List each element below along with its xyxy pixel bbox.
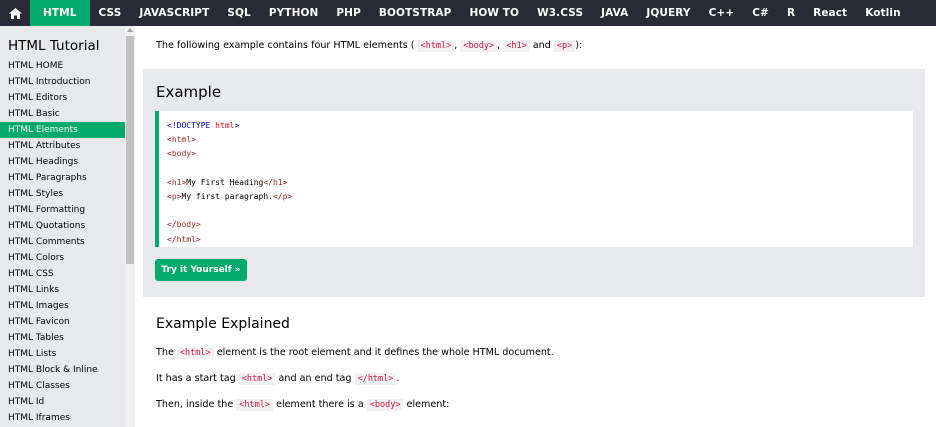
scroll-up-arrow-icon[interactable]	[127, 28, 133, 32]
nav-item-bootstrap[interactable]: BOOTSTRAP	[370, 0, 461, 26]
sidebar: HTML Tutorial HTML HOME HTML Introduction…	[0, 26, 125, 427]
nav-item-how-to[interactable]: HOW TO	[460, 0, 528, 26]
sidebar-item-html-block-inline[interactable]: HTML Block & Inline	[0, 362, 125, 378]
sidebar-items: HTML HOME HTML Introduction HTML Editors HT…	[0, 58, 125, 426]
main-content: The following example contains four HTML…	[143, 26, 930, 427]
sidebar-item-html-attributes[interactable]: HTML Attributes	[0, 138, 125, 154]
sidebar-item-html-comments[interactable]: HTML Comments	[0, 234, 125, 250]
nav-item-w3-css[interactable]: W3.CSS	[528, 0, 592, 26]
sidebar-item-html-formatting[interactable]: HTML Formatting	[0, 202, 125, 218]
sidebar-item-html-links[interactable]: HTML Links	[0, 282, 125, 298]
nav-item-html[interactable]: HTML	[30, 0, 90, 26]
code-tag-html: <html>	[417, 40, 455, 52]
nav-item-react[interactable]: React	[804, 0, 856, 26]
code-line: <p>My first paragraph.</p>	[167, 191, 293, 201]
nav-item-java[interactable]: JAVA	[592, 0, 637, 26]
sidebar-item-html-headings[interactable]: HTML Headings	[0, 154, 125, 170]
code-tag-html: <html>	[176, 347, 214, 359]
code-block: <!DOCTYPE html> <html> <body> <h1>My Fir…	[155, 111, 913, 247]
sidebar-title: HTML Tutorial	[8, 38, 100, 54]
sidebar-item-html-styles[interactable]: HTML Styles	[0, 186, 125, 202]
code-tag-html-close: </html>	[354, 373, 397, 385]
explained-line-3: Then, inside the <html> element there is…	[156, 399, 450, 411]
sidebar-item-html-introduction[interactable]: HTML Introduction	[0, 74, 125, 90]
example-box: Example <!DOCTYPE html> <html> <body> <h…	[143, 69, 925, 297]
nav-item-jquery[interactable]: JQUERY	[637, 0, 699, 26]
intro-paragraph: The following example contains four HTML…	[156, 40, 583, 52]
nav-items: HTML CSS JAVASCRIPT SQL PYTHON PHP BOOTSTRAP HO…	[30, 0, 910, 26]
sidebar-item-html-lists[interactable]: HTML Lists	[0, 346, 125, 362]
sidebar-scrollbar[interactable]	[125, 26, 135, 427]
code-line: <html>	[167, 135, 196, 145]
nav-item-sql[interactable]: SQL	[218, 0, 259, 26]
sidebar-item-html-elements[interactable]: HTML Elements	[0, 122, 125, 138]
sidebar-item-html-editors[interactable]: HTML Editors	[0, 90, 125, 106]
sidebar-item-html-css[interactable]: HTML CSS	[0, 266, 125, 282]
code-line: </body>	[167, 220, 201, 230]
nav-item-r[interactable]: R	[778, 0, 804, 26]
code-tag-html: <html>	[238, 373, 276, 385]
sidebar-item-html-id[interactable]: HTML Id	[0, 394, 125, 410]
code-tag-html: <html>	[236, 399, 273, 411]
sidebar-item-html-basic[interactable]: HTML Basic	[0, 106, 125, 122]
sidebar-item-html-paragraphs[interactable]: HTML Paragraphs	[0, 170, 125, 186]
scrollbar-thumb[interactable]	[126, 36, 134, 264]
nav-item-php[interactable]: PHP	[327, 0, 369, 26]
code-tag-body: <body>	[366, 399, 404, 411]
explained-title: Example Explained	[156, 316, 290, 332]
sidebar-item-html-iframes[interactable]: HTML Iframes	[0, 410, 125, 426]
sidebar-item-html-images[interactable]: HTML Images	[0, 298, 125, 314]
explained-line-2: It has a start tag <html> and an end tag…	[156, 373, 400, 385]
sidebar-item-html-favicon[interactable]: HTML Favicon	[0, 314, 125, 330]
code-tag-h1: <h1>	[503, 40, 530, 52]
try-it-yourself-button[interactable]: Try it Yourself »	[155, 259, 247, 281]
sidebar-item-html-quotations[interactable]: HTML Quotations	[0, 218, 125, 234]
nav-item-c[interactable]: C#	[743, 0, 778, 26]
example-title: Example	[156, 83, 222, 101]
code-tag-body: <body>	[460, 40, 498, 52]
code-line: <!DOCTYPE html>	[167, 121, 240, 130]
code-line: <h1>My First Heading</h1>	[167, 177, 288, 187]
nav-item-c[interactable]: C++	[700, 0, 744, 26]
home-button[interactable]	[0, 0, 30, 26]
code-tag-p: <p>	[553, 40, 576, 52]
sidebar-item-html-classes[interactable]: HTML Classes	[0, 378, 125, 394]
sidebar-item-html-colors[interactable]: HTML Colors	[0, 250, 125, 266]
nav-item-css[interactable]: CSS	[90, 0, 131, 26]
top-navbar: HTML CSS JAVASCRIPT SQL PYTHON PHP BOOTSTRAP HO…	[0, 0, 936, 26]
explained-line-1: The <html> element is the root element a…	[156, 347, 554, 359]
page: HTML CSS JAVASCRIPT SQL PYTHON PHP BOOTSTRAP HO…	[0, 0, 936, 427]
home-icon	[8, 7, 22, 19]
sidebar-item-html-home[interactable]: HTML HOME	[0, 58, 125, 74]
nav-item-python[interactable]: PYTHON	[260, 0, 328, 26]
code-line: <body>	[167, 149, 196, 159]
sidebar-item-html-tables[interactable]: HTML Tables	[0, 330, 125, 346]
nav-item-kotlin[interactable]: Kotlin	[856, 0, 909, 26]
nav-item-javascript[interactable]: JAVASCRIPT	[130, 0, 218, 26]
code-line: </html>	[167, 234, 201, 244]
